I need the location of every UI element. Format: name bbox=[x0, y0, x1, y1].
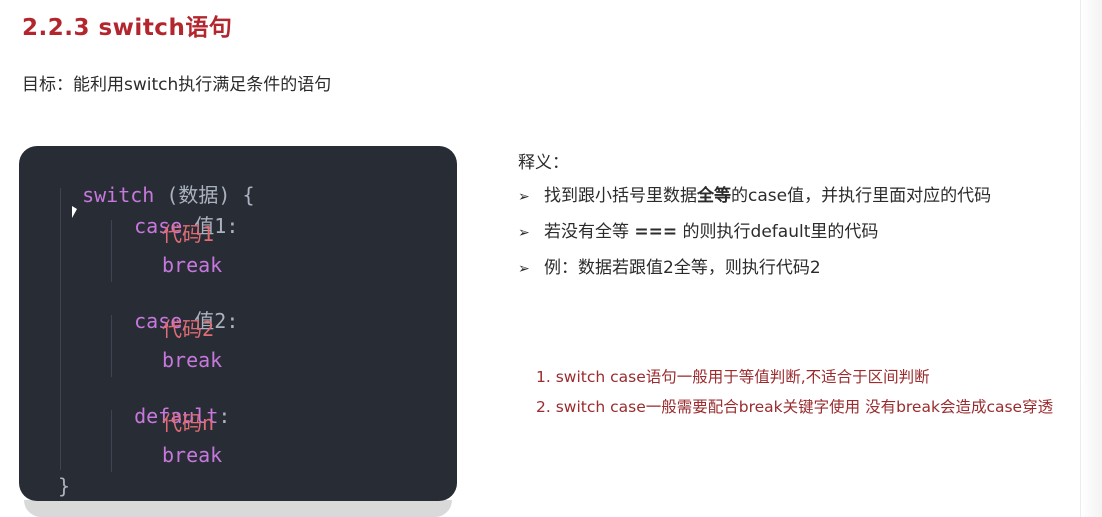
note-1: 1. switch case语句一般用于等值判断,不适合于区间判断 bbox=[536, 368, 930, 386]
code-line-10: break bbox=[162, 443, 223, 467]
operator-text: === bbox=[634, 222, 678, 242]
note-2: 2. switch case一般需要配合break关键字使用 没有break会造… bbox=[536, 398, 1054, 416]
code-line-11: } bbox=[58, 474, 71, 498]
goal-text: 目标：能利用switch执行满足条件的语句 bbox=[22, 75, 332, 95]
code-line-7: break bbox=[162, 348, 223, 372]
bold-text: 全等 bbox=[697, 186, 731, 206]
explanation-bullet-2: ➢ 若没有全等 === 的则执行default里的代码 bbox=[518, 222, 879, 242]
mouse-cursor-icon bbox=[72, 206, 77, 218]
explanation-bullet-1: ➢ 找到跟小括号里数据全等的case值，并执行里面对应的代码 bbox=[518, 186, 992, 206]
explanation-title: 释义： bbox=[518, 153, 569, 173]
code-line-9: 代码n bbox=[162, 411, 215, 435]
explanation-bullet-3: ➢ 例：数据若跟值2全等，则执行代码2 bbox=[518, 258, 821, 278]
indent-guide-1 bbox=[60, 188, 61, 470]
section-title: 2.2.3 switch语句 bbox=[22, 15, 233, 41]
page-right-edge bbox=[1080, 0, 1102, 517]
code-line-3: 代码1 bbox=[162, 222, 215, 246]
code-card-shadow bbox=[24, 500, 452, 517]
arrow-bullet-icon: ➢ bbox=[518, 261, 530, 277]
arrow-bullet-icon: ➢ bbox=[518, 225, 530, 241]
code-line-4: break bbox=[162, 253, 223, 277]
code-line-6: 代码2 bbox=[162, 317, 215, 341]
code-text: : bbox=[218, 404, 231, 428]
arrow-bullet-icon: ➢ bbox=[518, 189, 530, 205]
